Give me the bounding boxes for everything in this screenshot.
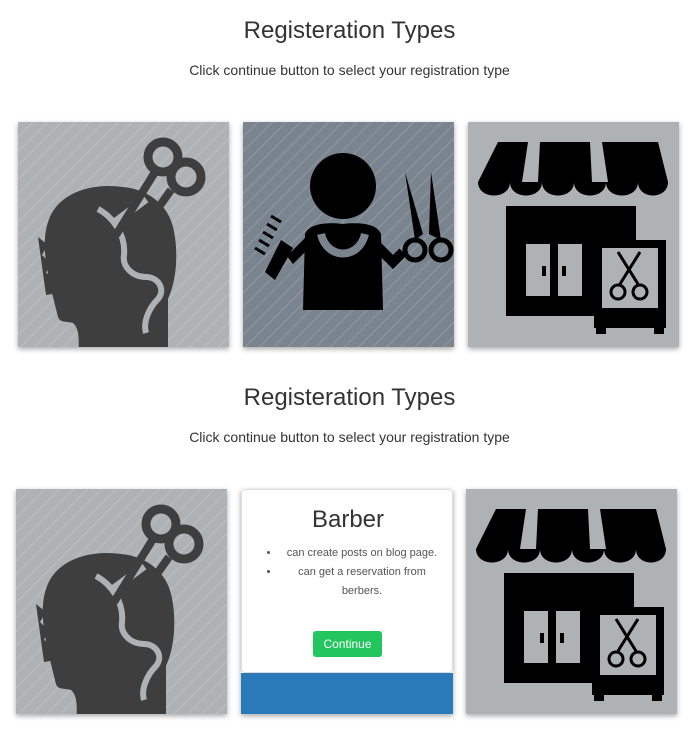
barber-card-expanded: Barber can create posts on blog page. ca…: [241, 489, 453, 714]
barber-card-title: Barber: [311, 506, 385, 533]
continue-button[interactable]: Continue: [313, 631, 382, 657]
registration-card-customer[interactable]: [16, 489, 227, 714]
registration-card-barbershop[interactable]: [468, 122, 679, 347]
barber-comb-scissors-icon: [243, 122, 454, 347]
barbershop-storefront-icon: [468, 122, 679, 347]
hairstyle-head-scissors-icon: [18, 122, 229, 347]
registration-card-customer[interactable]: [18, 122, 229, 347]
list-item: can get a reservation from berbers.: [280, 563, 444, 601]
page-subtitle: Click continue button to select your reg…: [189, 429, 510, 445]
list-item: can create posts on blog page.: [280, 544, 444, 563]
barber-card-footer: [241, 673, 453, 714]
page-title: Registeration Types: [243, 17, 456, 44]
hairstyle-head-scissors-icon: [16, 489, 227, 714]
page-title: Registeration Types: [243, 384, 456, 411]
registration-card-barber[interactable]: [243, 122, 454, 347]
page-subtitle: Click continue button to select your reg…: [189, 62, 510, 78]
barbershop-storefront-icon: [466, 489, 677, 714]
registration-card-barbershop[interactable]: [466, 489, 677, 714]
barber-info-panel: Barber can create posts on blog page. ca…: [241, 489, 453, 673]
barber-feature-list: can create posts on blog page. can get a…: [252, 544, 444, 601]
